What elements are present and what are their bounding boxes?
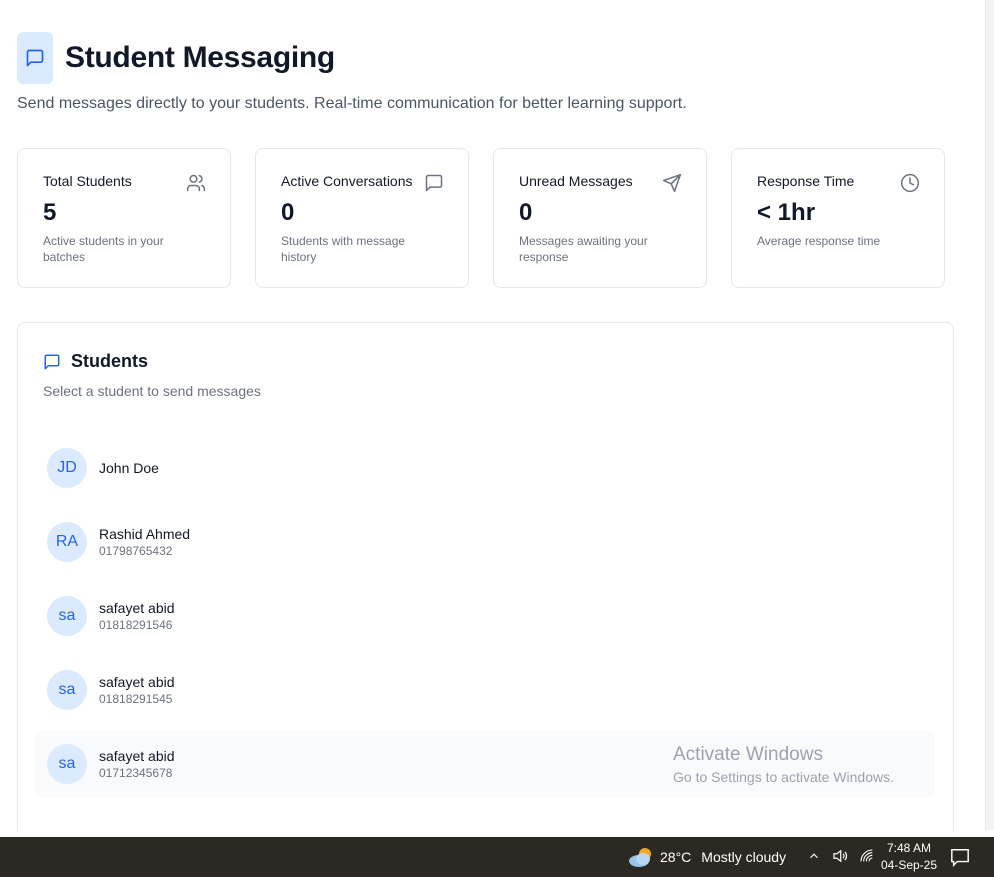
student-phone: 01818291546 (99, 618, 173, 632)
avatar: JD (47, 448, 87, 488)
page-title: Student Messaging (65, 41, 335, 74)
avatar: sa (47, 670, 87, 710)
student-list-item[interactable]: JD John Doe (35, 435, 935, 501)
message-square-icon (44, 354, 60, 369)
students-panel-subtitle: Select a student to send messages (43, 383, 261, 399)
student-phone: 01818291545 (99, 692, 173, 706)
students-panel-title: Students (71, 351, 149, 371)
chevron-up-icon[interactable] (807, 849, 821, 863)
clock-icon (900, 173, 920, 193)
taskbar: 28°C Mostly cloudy 7:48 AM 04-Sep-25 (0, 837, 994, 877)
student-name: safayet abid (99, 674, 175, 690)
student-phone: 01798765432 (99, 544, 173, 558)
student-name: Rashid Ahmed (99, 526, 191, 542)
users-icon (186, 174, 206, 192)
stat-description: Average response time (757, 234, 881, 248)
cloud-sun-icon (629, 848, 651, 867)
avatar: sa (47, 596, 87, 636)
stat-label: Total Students (43, 173, 132, 189)
stat-card-unread-messages: Unread Messages 0 Messages awaiting your… (493, 148, 707, 288)
stat-value: 5 (43, 199, 57, 226)
message-square-icon (17, 32, 53, 84)
weather-temperature: 28°C (660, 849, 692, 865)
stats-row: Total Students 5 Active students in your… (17, 148, 945, 288)
student-info: safayet abid 01818291546 (99, 600, 175, 632)
stat-card-response-time: Response Time < 1hr Average response tim… (731, 148, 945, 288)
send-icon (662, 173, 682, 193)
stat-description: Active students in your batches (43, 234, 164, 264)
avatar: sa (47, 744, 87, 784)
page: Student Messaging Send messages directly… (0, 0, 994, 830)
student-list-item[interactable]: RA Rashid Ahmed 01798765432 (35, 509, 935, 575)
stat-label: Response Time (757, 173, 855, 189)
page-subtitle: Send messages directly to your students.… (17, 95, 687, 112)
student-list-item[interactable]: sa safayet abid 01818291545 (35, 657, 935, 723)
student-name: safayet abid (99, 748, 175, 764)
taskbar-clock[interactable]: 7:48 AM 04-Sep-25 (878, 840, 940, 874)
watermark-subtitle: Go to Settings to activate Windows. (673, 769, 894, 785)
students-panel-header: Students (43, 351, 148, 372)
student-info: John Doe (99, 460, 159, 476)
weather-widget[interactable]: 28°C Mostly cloudy (628, 846, 786, 868)
speaker-icon[interactable] (831, 847, 849, 865)
clock-date: 04-Sep-25 (880, 858, 938, 872)
student-name: John Doe (99, 460, 159, 476)
system-tray (807, 847, 875, 865)
student-info: safayet abid 01818291545 (99, 674, 175, 706)
student-phone: 01712345678 (99, 766, 173, 780)
stat-label: Unread Messages (519, 173, 633, 189)
stat-value: 0 (519, 199, 533, 226)
network-icon[interactable] (859, 848, 875, 864)
stat-value: 0 (281, 199, 295, 226)
watermark-title: Activate Windows (673, 744, 823, 765)
stat-description: Messages awaiting your response (519, 234, 648, 264)
student-name: safayet abid (99, 600, 175, 616)
stat-value: < 1hr (757, 199, 816, 226)
student-list-item[interactable]: sa safayet abid 01818291546 (35, 583, 935, 649)
stat-label: Active Conversations (281, 173, 413, 189)
notification-icon[interactable] (949, 847, 971, 870)
student-info: Rashid Ahmed 01798765432 (99, 526, 190, 558)
scrollbar[interactable] (985, 0, 994, 830)
message-square-icon (425, 174, 443, 192)
stat-card-total-students: Total Students 5 Active students in your… (17, 148, 231, 288)
student-info: safayet abid 01712345678 (99, 748, 175, 780)
page-header: Student Messaging (17, 32, 335, 84)
weather-condition: Mostly cloudy (701, 849, 787, 865)
stat-description: Students with message history (281, 234, 406, 264)
clock-time: 7:48 AM (886, 841, 932, 855)
activate-windows-watermark: Activate Windows Go to Settings to activ… (673, 744, 894, 785)
stat-card-active-conversations: Active Conversations 0 Students with mes… (255, 148, 469, 288)
avatar: RA (47, 522, 87, 562)
